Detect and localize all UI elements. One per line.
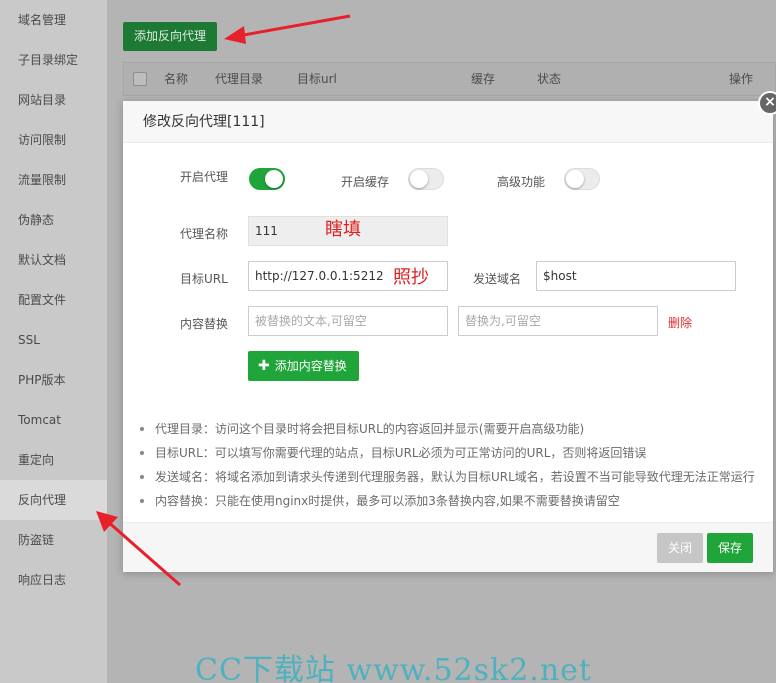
sidebar-item-hotlink[interactable]: 防盗链 xyxy=(0,520,107,560)
close-icon[interactable]: × xyxy=(758,91,776,115)
send-domain-input[interactable]: $host xyxy=(536,261,736,291)
advanced-label: 高级功能 xyxy=(497,175,546,189)
tip-item: 代理目录：访问这个目录时将会把目标URL的内容返回并显示(需要开启高级功能) xyxy=(137,417,769,441)
help-tips: 代理目录：访问这个目录时将会把目标URL的内容返回并显示(需要开启高级功能) 目… xyxy=(137,417,769,513)
sidebar-item-traffic-limit[interactable]: 流量限制 xyxy=(0,160,107,200)
tip-item: 发送域名：将域名添加到请求头传递到代理服务器，默认为目标URL域名，若设置不当可… xyxy=(137,465,769,489)
select-all-checkbox[interactable] xyxy=(133,72,147,86)
send-domain-label: 发送域名 xyxy=(473,272,522,286)
sidebar-item-site-dir[interactable]: 网站目录 xyxy=(0,80,107,120)
sidebar-item-reverse-proxy[interactable]: 反向代理 xyxy=(0,480,107,520)
close-button[interactable]: 关闭 xyxy=(657,533,703,563)
add-content-replace-button[interactable]: ✚ 添加内容替换 xyxy=(248,351,359,381)
delete-replace-link[interactable]: 删除 xyxy=(668,314,692,331)
name-annotation: 瞎填 xyxy=(325,219,361,240)
toggle-knob xyxy=(566,170,584,188)
watermark: CC下载站 www.52sk2.net xyxy=(195,653,592,683)
sidebar-item-ssl[interactable]: SSL xyxy=(0,320,107,360)
sidebar-item-default-doc[interactable]: 默认文档 xyxy=(0,240,107,280)
sidebar-item-redirect[interactable]: 重定向 xyxy=(0,440,107,480)
edit-reverse-proxy-dialog: 修改反向代理[111] 开启代理 开启缓存 高级功能 代理名称 111 瞎填 目… xyxy=(123,101,773,572)
column-proxy-dir: 代理目录 xyxy=(215,72,264,86)
tip-item: 内容替换：只能在使用nginx时提供，最多可以添加3条替换内容,如果不需要替换请… xyxy=(137,489,769,513)
column-actions: 操作 xyxy=(729,72,754,86)
enable-cache-label: 开启缓存 xyxy=(341,175,390,189)
proxy-name-label: 代理名称 xyxy=(180,227,229,241)
dialog-title: 修改反向代理[111] xyxy=(123,101,773,143)
content-replace-label: 内容替换 xyxy=(180,317,229,331)
column-target-url: 目标url xyxy=(297,72,337,86)
toggle-knob xyxy=(265,170,283,188)
sidebar-item-config-file[interactable]: 配置文件 xyxy=(0,280,107,320)
url-annotation: 照抄 xyxy=(393,267,429,288)
sidebar-item-php-version[interactable]: PHP版本 xyxy=(0,360,107,400)
save-button[interactable]: 保存 xyxy=(707,533,753,563)
sidebar-item-rewrite[interactable]: 伪静态 xyxy=(0,200,107,240)
add-reverse-proxy-button[interactable]: 添加反向代理 xyxy=(123,22,217,51)
tip-item: 目标URL：可以填写你需要代理的站点，目标URL必须为可正常访问的URL，否则将… xyxy=(137,441,769,465)
column-name: 名称 xyxy=(164,72,189,86)
column-status: 状态 xyxy=(537,72,562,86)
column-cache: 缓存 xyxy=(471,72,496,86)
advanced-toggle[interactable] xyxy=(564,168,600,190)
enable-proxy-label: 开启代理 xyxy=(180,170,229,184)
target-url-label: 目标URL xyxy=(180,272,228,286)
enable-cache-toggle[interactable] xyxy=(408,168,444,190)
proxy-table-header: 名称 代理目录 目标url 缓存 状态 操作 xyxy=(123,62,776,96)
sidebar-item-tomcat[interactable]: Tomcat xyxy=(0,400,107,440)
add-content-label: 添加内容替换 xyxy=(274,359,347,373)
sidebar-item-domain[interactable]: 域名管理 xyxy=(0,0,107,40)
replace-from-input[interactable]: 被替换的文本,可留空 xyxy=(248,306,448,336)
sidebar-item-subdir[interactable]: 子目录绑定 xyxy=(0,40,107,80)
sidebar: 域名管理 子目录绑定 网站目录 访问限制 流量限制 伪静态 默认文档 配置文件 … xyxy=(0,0,107,683)
replace-to-input[interactable]: 替换为,可留空 xyxy=(458,306,658,336)
dialog-footer: 关闭 保存 xyxy=(123,522,773,572)
enable-proxy-toggle[interactable] xyxy=(249,168,285,190)
sidebar-item-response-log[interactable]: 响应日志 xyxy=(0,560,107,600)
plus-icon: ✚ xyxy=(258,358,270,374)
toggle-knob xyxy=(410,170,428,188)
sidebar-item-access-limit[interactable]: 访问限制 xyxy=(0,120,107,160)
